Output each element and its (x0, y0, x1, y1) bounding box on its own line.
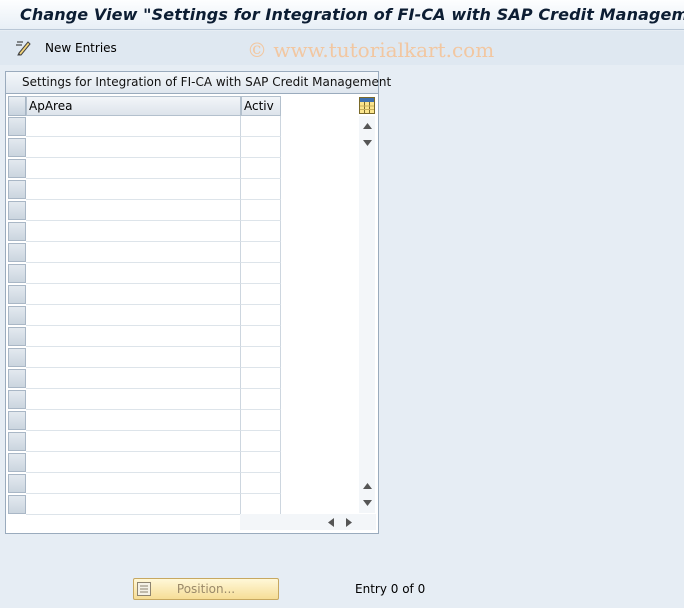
cell-aparea[interactable] (26, 284, 241, 305)
cell-aparea[interactable] (26, 326, 241, 347)
cell-aparea[interactable] (26, 347, 241, 368)
row-selector[interactable] (8, 117, 26, 136)
cell-activ[interactable] (241, 158, 281, 179)
scroll-up-icon[interactable] (359, 118, 375, 134)
cell-aparea[interactable] (26, 158, 241, 179)
cell-activ[interactable] (241, 431, 281, 452)
entry-counter: Entry 0 of 0 (355, 582, 426, 596)
row-selector[interactable] (8, 222, 26, 241)
cell-activ[interactable] (241, 452, 281, 473)
cell-aparea[interactable] (26, 137, 241, 158)
row-selector[interactable] (8, 495, 26, 514)
cell-aparea[interactable] (26, 389, 241, 410)
cell-activ[interactable] (241, 326, 281, 347)
position-button-label: Position... (176, 582, 236, 596)
row-selector[interactable] (8, 453, 26, 472)
cell-activ[interactable] (241, 347, 281, 368)
row-selector[interactable] (8, 327, 26, 346)
cell-activ[interactable] (241, 263, 281, 284)
row-selector[interactable] (8, 474, 26, 493)
row-selector[interactable] (8, 285, 26, 304)
cell-aparea[interactable] (26, 242, 241, 263)
column-header-activ[interactable]: Activ (241, 96, 281, 116)
new-entries-label: New Entries (45, 41, 117, 55)
cell-activ[interactable] (241, 410, 281, 431)
cell-activ[interactable] (241, 221, 281, 242)
scroll-down-icon[interactable] (359, 495, 375, 511)
cell-aparea[interactable] (26, 431, 241, 452)
row-selector[interactable] (8, 138, 26, 157)
cell-aparea[interactable] (26, 410, 241, 431)
cell-aparea[interactable] (26, 368, 241, 389)
watermark: © www.tutorialkart.com (247, 38, 495, 62)
cell-aparea[interactable] (26, 221, 241, 242)
cell-aparea[interactable] (26, 494, 241, 515)
row-selector[interactable] (8, 369, 26, 388)
row-selector[interactable] (8, 159, 26, 178)
row-selector[interactable] (8, 306, 26, 325)
cell-aparea[interactable] (26, 473, 241, 494)
cell-aparea[interactable] (26, 179, 241, 200)
new-entries-button[interactable]: New Entries (14, 38, 117, 58)
cell-activ[interactable] (241, 242, 281, 263)
cell-activ[interactable] (241, 473, 281, 494)
scroll-right-icon[interactable] (341, 514, 357, 530)
cell-activ[interactable] (241, 494, 281, 515)
cell-aparea[interactable] (26, 263, 241, 284)
application-toolbar: New Entries © www.tutorialkart.com (0, 31, 684, 65)
title-bar: Change View "Settings for Integration of… (0, 0, 684, 30)
vertical-scrollbar[interactable] (359, 116, 375, 513)
page-down-up-icon[interactable] (359, 478, 375, 494)
row-selector[interactable] (8, 264, 26, 283)
cell-activ[interactable] (241, 179, 281, 200)
cell-activ[interactable] (241, 368, 281, 389)
column-header-aparea[interactable]: ApArea (26, 96, 241, 116)
window-title: Change View "Settings for Integration of… (20, 5, 684, 24)
table-settings-icon[interactable] (359, 97, 375, 114)
cell-activ[interactable] (241, 284, 281, 305)
row-selector[interactable] (8, 180, 26, 199)
cell-activ[interactable] (241, 116, 281, 137)
row-selector[interactable] (8, 243, 26, 262)
table-title: Settings for Integration of FI-CA with S… (6, 72, 391, 94)
cell-activ[interactable] (241, 200, 281, 221)
new-entries-pencil-icon (14, 38, 32, 59)
row-selector[interactable] (8, 348, 26, 367)
row-selector[interactable] (8, 390, 26, 409)
cell-aparea[interactable] (26, 200, 241, 221)
cell-aparea[interactable] (26, 116, 241, 137)
cell-activ[interactable] (241, 389, 281, 410)
position-button[interactable]: Position... (133, 578, 279, 600)
cell-aparea[interactable] (26, 305, 241, 326)
row-selector[interactable] (8, 201, 26, 220)
horizontal-scrollbar[interactable] (240, 514, 376, 530)
page-up-icon[interactable] (359, 135, 375, 151)
row-selector[interactable] (8, 432, 26, 451)
row-selector[interactable] (8, 411, 26, 430)
table-control: Settings for Integration of FI-CA with S… (5, 71, 391, 534)
scroll-left-icon[interactable] (323, 514, 339, 530)
select-all-button[interactable] (8, 96, 26, 116)
cell-aparea[interactable] (26, 452, 241, 473)
cell-activ[interactable] (241, 305, 281, 326)
cell-activ[interactable] (241, 137, 281, 158)
